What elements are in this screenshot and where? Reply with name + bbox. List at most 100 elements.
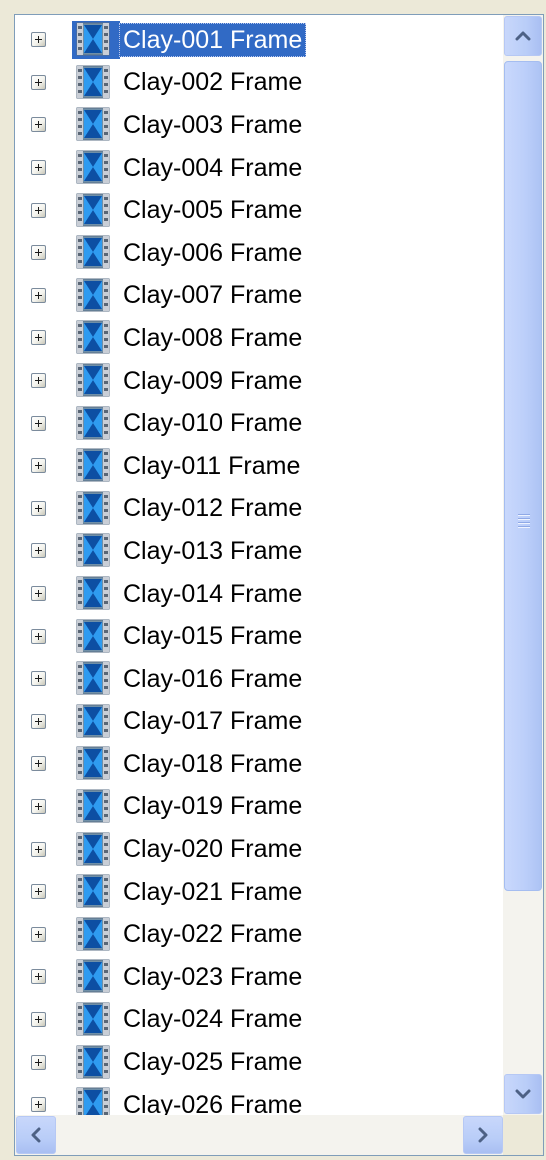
- tree-item-label: Clay-018 Frame: [123, 749, 303, 778]
- tree-item-label: Clay-015 Frame: [123, 622, 303, 651]
- plus-icon[interactable]: [31, 543, 46, 559]
- tree-item[interactable]: Clay-013 Frame: [15, 530, 504, 573]
- scroll-down-button[interactable]: [504, 1074, 542, 1114]
- tree-item-label: Clay-004 Frame: [123, 153, 303, 182]
- film-clip-icon: [76, 491, 110, 525]
- tree-item[interactable]: Clay-026 Frame: [15, 1084, 504, 1115]
- grip-icon: [518, 514, 530, 528]
- tree-item-label: Clay-001 Frame: [119, 23, 307, 58]
- tree-body: Clay-001 Frame Clay-002 Frame Clay-003 Fra…: [15, 15, 504, 1115]
- film-clip-icon: [76, 193, 110, 227]
- tree-item-label: Clay-005 Frame: [123, 196, 303, 225]
- film-clip-icon: [76, 65, 110, 99]
- tree-item-label: Clay-010 Frame: [123, 409, 303, 438]
- tree-item[interactable]: Clay-010 Frame: [15, 402, 504, 445]
- plus-icon[interactable]: [31, 202, 46, 218]
- tree-item[interactable]: Clay-022 Frame: [15, 913, 504, 956]
- plus-icon[interactable]: [31, 160, 46, 176]
- scroll-right-button[interactable]: [463, 1116, 503, 1154]
- scroll-up-button[interactable]: [504, 16, 542, 56]
- tree-item[interactable]: Clay-023 Frame: [15, 956, 504, 999]
- film-clip-icon: [76, 363, 110, 397]
- tree-item[interactable]: Clay-015 Frame: [15, 615, 504, 658]
- film-clip-icon: [76, 959, 110, 993]
- plus-icon[interactable]: [31, 1011, 46, 1027]
- plus-icon[interactable]: [31, 1054, 46, 1070]
- vertical-scroll-thumb[interactable]: [504, 61, 542, 891]
- tree-item[interactable]: Clay-014 Frame: [15, 573, 504, 616]
- tree-item[interactable]: Clay-003 Frame: [15, 104, 504, 147]
- plus-icon[interactable]: [31, 756, 46, 772]
- tree-item[interactable]: Clay-025 Frame: [15, 1041, 504, 1084]
- chevron-right-icon: [478, 1127, 488, 1143]
- horizontal-scrollbar[interactable]: [15, 1115, 504, 1155]
- tree-item[interactable]: Clay-018 Frame: [15, 743, 504, 786]
- tree-item-label: Clay-011 Frame: [123, 451, 301, 480]
- plus-icon[interactable]: [31, 287, 46, 303]
- plus-icon[interactable]: [31, 500, 46, 516]
- tree-item[interactable]: Clay-017 Frame: [15, 701, 504, 744]
- film-clip-icon: [76, 406, 110, 440]
- plus-icon[interactable]: [31, 628, 46, 644]
- tree-item[interactable]: Clay-005 Frame: [15, 189, 504, 232]
- tree-item[interactable]: Clay-016 Frame: [15, 658, 504, 701]
- tree-item-label: Clay-009 Frame: [123, 366, 303, 395]
- tree-item[interactable]: Clay-020 Frame: [15, 828, 504, 871]
- plus-icon[interactable]: [31, 926, 46, 942]
- plus-icon[interactable]: [31, 415, 46, 431]
- plus-icon[interactable]: [31, 841, 46, 857]
- tree-item[interactable]: Clay-011 Frame: [15, 445, 504, 488]
- tree-item[interactable]: Clay-008 Frame: [15, 317, 504, 360]
- plus-icon[interactable]: [31, 586, 46, 602]
- film-clip-icon: [76, 235, 110, 269]
- tree-item-label: Clay-019 Frame: [123, 792, 303, 821]
- plus-icon[interactable]: [31, 884, 46, 900]
- film-clip-icon: [76, 832, 110, 866]
- tree-view[interactable]: Clay-001 Frame Clay-002 Frame Clay-003 Fra…: [14, 14, 544, 1156]
- film-clip-icon: [76, 320, 110, 354]
- tree-item-label: Clay-020 Frame: [123, 835, 303, 864]
- tree-item[interactable]: Clay-001 Frame: [15, 19, 504, 62]
- tree-item[interactable]: Clay-007 Frame: [15, 275, 504, 318]
- plus-icon[interactable]: [31, 969, 46, 985]
- tree-item[interactable]: Clay-024 Frame: [15, 999, 504, 1042]
- tree-item-label: Clay-013 Frame: [123, 536, 303, 565]
- film-clip-icon: [76, 107, 110, 141]
- plus-icon[interactable]: [31, 713, 46, 729]
- plus-icon[interactable]: [31, 245, 46, 261]
- tree-item[interactable]: Clay-004 Frame: [15, 147, 504, 190]
- tree-item-label: Clay-003 Frame: [123, 110, 303, 139]
- tree-item-label: Clay-012 Frame: [123, 494, 303, 523]
- film-clip-icon: [76, 661, 110, 695]
- film-clip-icon: [76, 150, 110, 184]
- plus-icon[interactable]: [31, 671, 46, 687]
- tree-item[interactable]: Clay-021 Frame: [15, 871, 504, 914]
- plus-icon[interactable]: [31, 330, 46, 346]
- tree-item-label: Clay-016 Frame: [123, 664, 303, 693]
- film-clip-icon: [76, 278, 110, 312]
- scrollbar-corner: [503, 1115, 543, 1155]
- tree-item-label: Clay-026 Frame: [123, 1090, 303, 1115]
- plus-icon[interactable]: [31, 74, 46, 90]
- tree-item[interactable]: Clay-012 Frame: [15, 488, 504, 531]
- plus-icon[interactable]: [31, 373, 46, 389]
- film-clip-icon: [76, 1087, 110, 1115]
- tree-item-label: Clay-024 Frame: [123, 1005, 303, 1034]
- tree-item-label: Clay-002 Frame: [123, 68, 303, 97]
- film-clip-icon: [76, 619, 110, 653]
- chevron-left-icon: [31, 1127, 41, 1143]
- plus-icon[interactable]: [31, 1097, 46, 1113]
- plus-icon[interactable]: [31, 798, 46, 814]
- tree-item[interactable]: Clay-019 Frame: [15, 786, 504, 829]
- plus-icon[interactable]: [31, 32, 46, 48]
- tree-item-label: Clay-007 Frame: [123, 281, 303, 310]
- vertical-scrollbar[interactable]: [503, 15, 543, 1115]
- plus-icon[interactable]: [31, 458, 46, 474]
- scroll-left-button[interactable]: [16, 1116, 56, 1154]
- tree-item-label: Clay-017 Frame: [123, 707, 303, 736]
- tree-item[interactable]: Clay-006 Frame: [15, 232, 504, 275]
- plus-icon[interactable]: [31, 117, 46, 133]
- tree-item-label: Clay-023 Frame: [123, 962, 303, 991]
- tree-item[interactable]: Clay-002 Frame: [15, 62, 504, 105]
- tree-item[interactable]: Clay-009 Frame: [15, 360, 504, 403]
